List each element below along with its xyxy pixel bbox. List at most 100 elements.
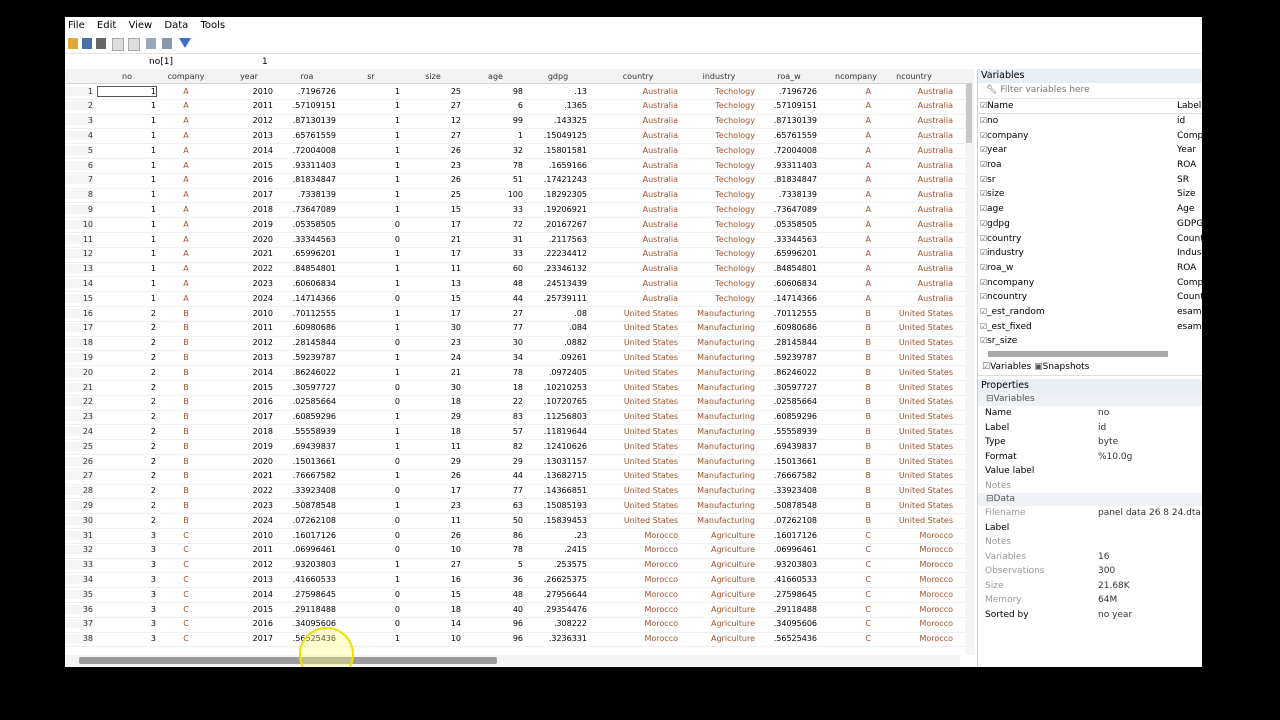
cell-country[interactable]: Australia bbox=[598, 205, 678, 214]
cell-roa_w[interactable]: .55558939 bbox=[761, 427, 817, 436]
cell-sr[interactable]: 1 bbox=[342, 279, 400, 288]
cell-ncompany[interactable]: C bbox=[835, 560, 871, 569]
cell-sr[interactable]: 0 bbox=[342, 516, 400, 525]
table-row[interactable]: 1 1 A 2010.7196726 1 25 98.13 Australia Techolog… bbox=[65, 84, 970, 100]
column-header-roa[interactable]: roa bbox=[278, 72, 336, 81]
cell-industry[interactable]: Agriculture bbox=[683, 575, 755, 584]
cell-age[interactable]: 82 bbox=[468, 442, 523, 451]
cell-gdpg[interactable]: .18292305 bbox=[529, 190, 587, 199]
cell-industry[interactable]: Techology bbox=[683, 249, 755, 258]
cell-age[interactable]: 57 bbox=[468, 427, 523, 436]
cell-ncompany[interactable]: A bbox=[835, 146, 871, 155]
cell-no[interactable]: 1 bbox=[98, 161, 156, 170]
cell-company[interactable]: C bbox=[161, 545, 211, 554]
cell-company[interactable]: A bbox=[161, 87, 211, 96]
cell-year[interactable]: 2020 bbox=[225, 457, 273, 466]
cell-year[interactable]: 2015 bbox=[225, 383, 273, 392]
cell-roa_w[interactable]: .60859296 bbox=[761, 412, 817, 421]
cell-ncountry[interactable]: Morocco bbox=[875, 619, 954, 628]
row-number[interactable]: 33 bbox=[65, 560, 93, 570]
cell-year[interactable]: 2010 bbox=[225, 531, 273, 540]
cell-ncountry[interactable]: United States bbox=[875, 442, 953, 451]
cell-ncountry[interactable]: Australia bbox=[875, 190, 953, 199]
cell-ncountry[interactable]: United States bbox=[875, 471, 953, 480]
cell-roa[interactable]: .60859296 bbox=[278, 412, 336, 421]
cell-roa[interactable]: .06996461 bbox=[278, 545, 336, 554]
cell-roa_w[interactable]: .76667582 bbox=[761, 471, 817, 480]
cell-roa[interactable]: .59239787 bbox=[278, 353, 336, 362]
cell-gdpg[interactable]: .27956644 bbox=[529, 590, 587, 599]
row-number[interactable]: 29 bbox=[65, 500, 93, 510]
cell-industry[interactable]: Manufacturing bbox=[683, 323, 755, 332]
cell-roa[interactable]: .02585664 bbox=[278, 397, 336, 406]
cell-size[interactable]: 25 bbox=[405, 190, 461, 199]
cell-roa[interactable]: .15013661 bbox=[278, 457, 336, 466]
cell-country[interactable]: United States bbox=[598, 338, 678, 347]
table-row[interactable]: 37 3 C 2016.34095606 0 14 96.308222 Morocco Agri… bbox=[65, 617, 970, 633]
table-row[interactable]: 6 1 A 2015.93311403 1 23 78.1659166 Australia Te… bbox=[65, 158, 970, 174]
tab-snapshots[interactable]: Snapshots bbox=[1043, 362, 1090, 372]
cell-size[interactable]: 17 bbox=[405, 220, 461, 229]
cell-age[interactable]: 30 bbox=[468, 338, 523, 347]
row-number[interactable]: 4 bbox=[65, 130, 93, 140]
cell-roa_w[interactable]: .06996461 bbox=[761, 545, 817, 554]
cell-gdpg[interactable]: .10720765 bbox=[529, 397, 587, 406]
cell-sr[interactable]: 0 bbox=[342, 338, 400, 347]
cell-country[interactable]: Morocco bbox=[598, 531, 679, 540]
cell-roa[interactable]: .7338139 bbox=[278, 190, 336, 199]
cell-year[interactable]: 2023 bbox=[225, 501, 273, 510]
cell-ncompany[interactable]: C bbox=[835, 619, 871, 628]
property-row[interactable]: Label id bbox=[978, 421, 1202, 436]
cell-company[interactable]: A bbox=[161, 146, 211, 155]
cell-year[interactable]: 2010 bbox=[225, 309, 273, 318]
cell-no[interactable]: 3 bbox=[98, 531, 156, 540]
row-number[interactable]: 10 bbox=[65, 219, 93, 229]
cell-size[interactable]: 26 bbox=[405, 175, 461, 184]
row-number[interactable]: 7 bbox=[65, 175, 93, 185]
cell-size[interactable]: 17 bbox=[405, 486, 461, 495]
cell-industry[interactable]: Agriculture bbox=[683, 619, 755, 628]
cell-industry[interactable]: Techology bbox=[683, 235, 755, 244]
properties-icon[interactable] bbox=[162, 38, 172, 49]
cell-industry[interactable]: Techology bbox=[683, 175, 755, 184]
cell-ncompany[interactable]: A bbox=[835, 87, 871, 96]
cell-roa_w[interactable]: .27598645 bbox=[761, 590, 817, 599]
cell-age[interactable]: 6 bbox=[468, 101, 523, 110]
variable-item-country[interactable]: ☑ country Count bbox=[978, 232, 1202, 247]
cell-company[interactable]: A bbox=[161, 101, 211, 110]
cell-company[interactable]: C bbox=[161, 619, 211, 628]
cell-ncompany[interactable]: C bbox=[835, 634, 871, 643]
cell-size[interactable]: 10 bbox=[405, 545, 461, 554]
column-header-sr[interactable]: sr bbox=[342, 72, 400, 81]
cell-company[interactable]: A bbox=[161, 205, 211, 214]
cell-sr[interactable]: 1 bbox=[342, 146, 400, 155]
cell-gdpg[interactable]: .0882 bbox=[529, 338, 587, 347]
cell-country[interactable]: United States bbox=[598, 309, 678, 318]
cell-year[interactable]: 2013 bbox=[225, 575, 273, 584]
cell-ncompany[interactable]: B bbox=[835, 427, 872, 436]
cell-country[interactable]: Australia bbox=[598, 175, 678, 184]
menu-edit[interactable]: Edit bbox=[97, 17, 116, 35]
cell-roa_w[interactable]: .81834847 bbox=[761, 175, 817, 184]
cell-ncompany[interactable]: B bbox=[835, 368, 872, 377]
row-number[interactable]: 25 bbox=[65, 441, 93, 451]
cell-age[interactable]: 1 bbox=[468, 131, 523, 140]
cell-age[interactable]: 34 bbox=[468, 353, 523, 362]
cell-company[interactable]: B bbox=[161, 486, 211, 495]
cell-country[interactable]: United States bbox=[598, 486, 678, 495]
cell-sr[interactable]: 1 bbox=[342, 368, 400, 377]
cell-ncompany[interactable]: C bbox=[835, 575, 871, 584]
cell-country[interactable]: Morocco bbox=[598, 560, 679, 569]
cell-sr[interactable]: 0 bbox=[342, 235, 400, 244]
cell-size[interactable]: 17 bbox=[405, 309, 461, 318]
cell-roa[interactable]: .72004008 bbox=[278, 146, 336, 155]
cell-roa_w[interactable]: .16017126 bbox=[761, 531, 817, 540]
cell-roa_w[interactable]: .7196726 bbox=[761, 87, 817, 96]
cell-industry[interactable]: Techology bbox=[683, 146, 755, 155]
cell-gdpg[interactable]: .13682715 bbox=[529, 471, 587, 480]
cell-ncountry[interactable]: Morocco bbox=[875, 575, 954, 584]
variable-item-roa-w[interactable]: ☑ roa_w ROA bbox=[978, 261, 1202, 276]
cell-age[interactable]: 83 bbox=[468, 412, 523, 421]
variable-item-year[interactable]: ☑ year Year bbox=[978, 143, 1202, 158]
cell-industry[interactable]: Techology bbox=[683, 220, 755, 229]
